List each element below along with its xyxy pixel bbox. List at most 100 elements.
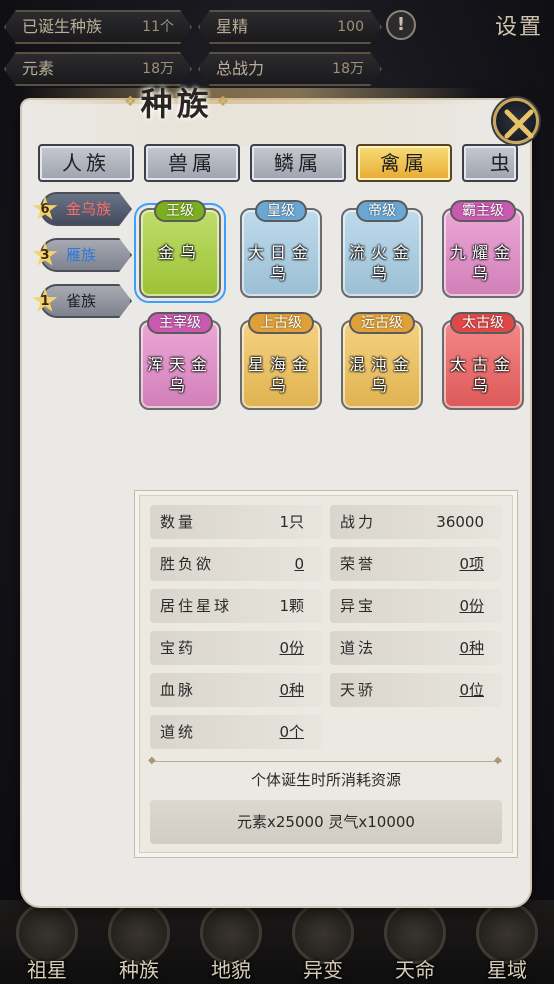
close-button[interactable] — [493, 98, 539, 144]
stat-value-link[interactable]: 0种 — [459, 631, 484, 665]
tab-scale[interactable]: 鳞属 — [250, 144, 346, 182]
race-card[interactable]: 王级 金乌 — [134, 200, 226, 303]
stat-label: 异宝 — [340, 597, 377, 615]
stat-value-link[interactable]: 0项 — [459, 547, 484, 581]
grade-badge: 远古级 — [349, 312, 415, 334]
nav-label: 地貌 — [211, 958, 251, 982]
elements-label: 元素 — [22, 59, 55, 78]
tab-bird[interactable]: 禽属 — [356, 144, 452, 182]
race-card[interactable]: 太古级 太古金乌 — [442, 312, 524, 410]
alert-icon[interactable]: ! — [386, 10, 416, 40]
nav-label: 星域 — [487, 958, 527, 982]
subtab-sparrow[interactable]: 雀族 — [40, 284, 132, 318]
nav-terrain[interactable]: 地貌 — [192, 900, 270, 984]
race-name: 九耀金乌 — [450, 243, 517, 283]
grade-badge: 主宰级 — [147, 312, 213, 334]
title-band — [22, 88, 482, 104]
stat-value: 1颗 — [279, 597, 304, 615]
stat-label: 道统 — [160, 723, 197, 741]
stat-value-link[interactable]: 0种 — [279, 673, 304, 707]
divider-ornament-icon: ◆ — [494, 755, 502, 766]
race-card[interactable]: 皇级 大日金乌 — [240, 200, 322, 298]
grade-badge: 太古级 — [450, 312, 516, 334]
race-card[interactable]: 上古级 星海金乌 — [240, 312, 322, 410]
tab-beast[interactable]: 兽属 — [144, 144, 240, 182]
race-card[interactable]: 霸主级 九耀金乌 — [442, 200, 524, 298]
race-name: 大日金乌 — [248, 243, 315, 283]
title-ornament-icon: ❖ — [216, 94, 230, 110]
race-name: 星海金乌 — [248, 355, 315, 395]
stat-value-link[interactable]: 0位 — [459, 673, 484, 707]
stat-label: 血脉 — [160, 681, 197, 699]
race-name: 流火金乌 — [349, 243, 416, 283]
stat-medicine: 宝药 0份 — [150, 631, 322, 665]
race-card[interactable]: 远古级 混沌金乌 — [341, 312, 423, 410]
panel-title: 种族 — [140, 85, 213, 123]
close-icon — [504, 109, 534, 139]
race-card[interactable]: 帝级 流火金乌 — [341, 200, 423, 298]
grade-badge: 皇级 — [255, 200, 307, 222]
grade-badge: 帝级 — [356, 200, 408, 222]
stat-value-link[interactable]: 0个 — [279, 715, 304, 749]
stat-honor: 荣誉 0项 — [330, 547, 502, 581]
bottom-nav: 祖星 种族 地貌 异变 天命 星域 — [0, 900, 554, 984]
stat-prodigy: 天骄 0位 — [330, 673, 502, 707]
stat-value: 1只 — [279, 513, 304, 531]
nav-ancestral-star[interactable]: 祖星 — [8, 900, 86, 984]
nav-star-domain[interactable]: 星域 — [468, 900, 546, 984]
nav-label: 异变 — [303, 958, 343, 982]
nav-label: 天命 — [395, 958, 435, 982]
settings-button[interactable]: 设置 — [488, 8, 550, 48]
stat-dao-method: 道法 0种 — [330, 631, 502, 665]
stat-home-planet: 居住星球 1颗 — [150, 589, 322, 623]
race-card[interactable]: 主宰级 浑天金乌 — [139, 312, 221, 410]
stat-label: 道法 — [340, 639, 377, 657]
born-species-value: 11个 — [142, 19, 174, 35]
nav-label: 种族 — [119, 958, 159, 982]
born-species-label: 已诞生种族 — [22, 17, 103, 36]
stat-orthodoxy: 道统 0个 — [150, 715, 322, 749]
tab-insect[interactable]: 虫属 — [462, 144, 518, 182]
stat-label: 战力 — [340, 513, 377, 531]
title-ornament-icon: ❖ — [124, 94, 137, 110]
subtab-goose[interactable]: 雁族 — [40, 238, 132, 272]
stat-value-link[interactable]: 0 — [294, 547, 304, 581]
nav-label: 祖星 — [27, 958, 67, 982]
nav-mutation[interactable]: 异变 — [284, 900, 362, 984]
grade-badge: 霸主级 — [450, 200, 516, 222]
nav-species[interactable]: 种族 — [100, 900, 178, 984]
tab-human[interactable]: 人族 — [38, 144, 134, 182]
stat-bloodline: 血脉 0种 — [150, 673, 322, 707]
stat-label: 胜负欲 — [160, 555, 215, 573]
divider — [150, 761, 502, 762]
stat-value: 36000 — [436, 513, 484, 531]
stat-value-link[interactable]: 0份 — [279, 631, 304, 665]
race-name: 太古金乌 — [450, 355, 517, 395]
divider-ornament-icon: ◆ — [148, 755, 156, 766]
panel-title-wrap: ❖ 种族 ❖ — [120, 80, 233, 124]
nav-destiny[interactable]: 天命 — [376, 900, 454, 984]
stat-power: 战力 36000 — [330, 505, 502, 539]
stat-label: 数量 — [160, 513, 197, 531]
stat-label: 宝药 — [160, 639, 197, 657]
grade-badge: 王级 — [154, 200, 206, 222]
cost-value: 元素x25000 灵气x10000 — [150, 800, 502, 844]
race-name: 混沌金乌 — [349, 355, 416, 395]
star-essence-label: 星精 — [216, 17, 249, 36]
stat-label: 荣誉 — [340, 555, 377, 573]
stat-value-link[interactable]: 0份 — [459, 589, 484, 623]
stat-treasure: 异宝 0份 — [330, 589, 502, 623]
race-name: 金乌 — [157, 243, 202, 262]
grade-badge: 上古级 — [248, 312, 314, 334]
stat-label: 居住星球 — [160, 597, 233, 615]
subtab-golden-crow[interactable]: 金乌族 — [40, 192, 132, 226]
stat-label: 天骄 — [340, 681, 377, 699]
total-power-value: 18万 — [332, 61, 364, 77]
stat-ambition: 胜负欲 0 — [150, 547, 322, 581]
born-species-counter: 已诞生种族 11个 — [4, 10, 192, 44]
panel-header — [22, 100, 530, 146]
race-name: 浑天金乌 — [147, 355, 214, 395]
stat-quantity: 数量 1只 — [150, 505, 322, 539]
cost-title: 个体诞生时所消耗资源 — [250, 771, 401, 789]
star-essence-counter: 星精 100 — [198, 10, 382, 44]
